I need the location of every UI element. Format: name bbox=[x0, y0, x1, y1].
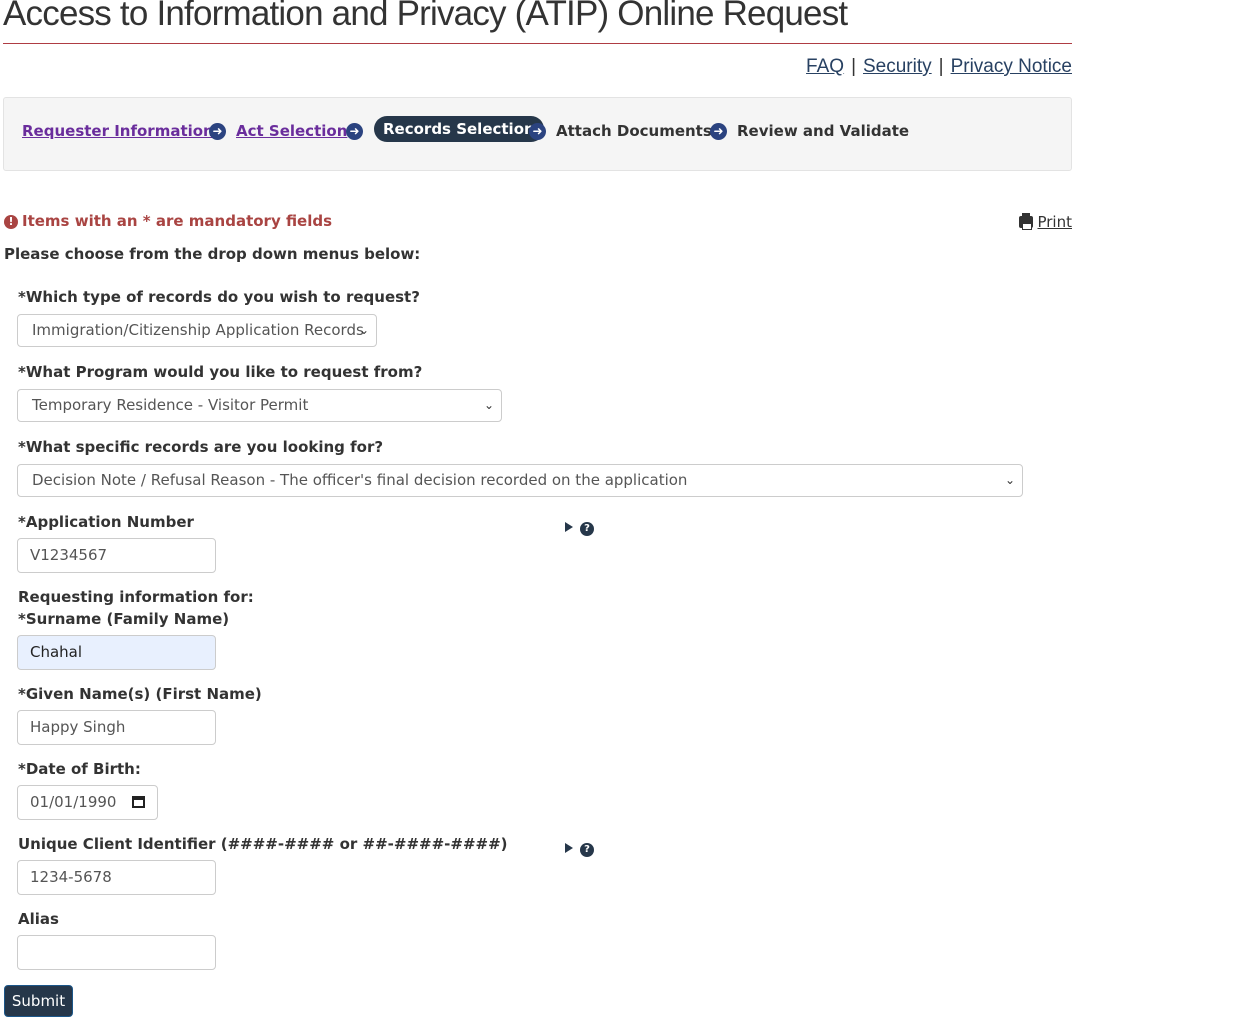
top-links: FAQ | Security | Privacy Notice bbox=[806, 56, 1072, 78]
step-requester-information[interactable]: Requester Information bbox=[22, 122, 214, 140]
chevron-down-icon: ⌄ bbox=[358, 323, 369, 337]
progress-steps: Requester Information ➜ Act Selection ➜ … bbox=[3, 97, 1072, 171]
mandatory-notice: ! Items with an * are mandatory fields bbox=[4, 212, 332, 230]
uci-field[interactable]: 1234-5678 bbox=[17, 860, 216, 895]
step-records-selection[interactable]: Records Selection bbox=[374, 116, 544, 142]
arrow-circle-right-icon: ➜ bbox=[209, 123, 226, 140]
exclamation-circle-icon: ! bbox=[4, 215, 18, 229]
specific-records-label: *What specific records are you looking f… bbox=[18, 438, 384, 456]
application-number-field[interactable]: V1234567 bbox=[17, 538, 216, 573]
surname-label: *Surname (Family Name) bbox=[18, 610, 230, 628]
submit-button[interactable]: Submit bbox=[4, 985, 73, 1017]
given-names-label: *Given Name(s) (First Name) bbox=[18, 685, 262, 703]
printer-icon bbox=[1019, 213, 1034, 230]
print-control[interactable]: Print bbox=[1019, 213, 1072, 231]
requesting-for-label: Requesting information for: bbox=[18, 588, 254, 606]
calendar-icon[interactable] bbox=[132, 796, 145, 808]
specific-records-value: Decision Note / Refusal Reason - The off… bbox=[32, 471, 688, 489]
dob-field[interactable]: 01/01/1990 bbox=[17, 785, 158, 820]
question-circle-icon: ? bbox=[580, 843, 594, 857]
program-value: Temporary Residence - Visitor Permit bbox=[32, 396, 309, 414]
program-select[interactable]: Temporary Residence - Visitor Permit ⌄ bbox=[17, 389, 502, 422]
question-circle-icon: ? bbox=[580, 522, 594, 536]
record-type-value: Immigration/Citizenship Application Reco… bbox=[32, 321, 364, 339]
faq-link[interactable]: FAQ bbox=[806, 56, 844, 77]
page-title: Access to Information and Privacy (ATIP)… bbox=[3, 0, 848, 33]
security-link[interactable]: Security bbox=[863, 56, 932, 77]
record-type-select[interactable]: Immigration/Citizenship Application Reco… bbox=[17, 314, 377, 347]
expand-triangle-icon bbox=[565, 522, 573, 532]
instructions: Please choose from the drop down menus b… bbox=[4, 245, 421, 263]
arrow-circle-right-icon: ➜ bbox=[710, 123, 727, 140]
application-number-label: *Application Number bbox=[18, 513, 194, 531]
step-label[interactable]: Requester Information bbox=[22, 122, 214, 140]
mandatory-text: Items with an * are mandatory fields bbox=[22, 212, 333, 230]
title-divider bbox=[3, 43, 1072, 44]
step-label[interactable]: Act Selection bbox=[236, 122, 347, 140]
surname-field[interactable]: Chahal bbox=[17, 635, 216, 670]
uci-help[interactable]: ? bbox=[565, 841, 594, 857]
record-type-label: *Which type of records do you wish to re… bbox=[18, 288, 420, 306]
alias-field[interactable] bbox=[17, 935, 216, 970]
arrow-circle-right-icon: ➜ bbox=[529, 123, 546, 140]
specific-records-select[interactable]: Decision Note / Refusal Reason - The off… bbox=[17, 464, 1023, 497]
print-link[interactable]: Print bbox=[1037, 213, 1072, 231]
step-attach-documents: Attach Documents bbox=[556, 122, 712, 140]
chevron-down-icon: ⌄ bbox=[1004, 473, 1015, 487]
given-names-field[interactable]: Happy Singh bbox=[17, 710, 216, 745]
dob-value: 01/01/1990 bbox=[30, 793, 117, 811]
application-number-help[interactable]: ? bbox=[565, 520, 594, 536]
step-review-and-validate: Review and Validate bbox=[737, 122, 910, 140]
arrow-circle-right-icon: ➜ bbox=[346, 123, 363, 140]
dob-label: *Date of Birth: bbox=[18, 760, 141, 778]
alias-label: Alias bbox=[18, 910, 59, 928]
chevron-down-icon: ⌄ bbox=[483, 398, 494, 412]
program-label: *What Program would you like to request … bbox=[18, 363, 423, 381]
step-act-selection[interactable]: Act Selection bbox=[236, 122, 347, 140]
uci-label: Unique Client Identifier (####-#### or #… bbox=[18, 835, 508, 853]
expand-triangle-icon bbox=[565, 843, 573, 853]
link-separator: | bbox=[938, 56, 944, 77]
privacy-notice-link[interactable]: Privacy Notice bbox=[951, 56, 1072, 77]
link-separator: | bbox=[851, 56, 856, 77]
